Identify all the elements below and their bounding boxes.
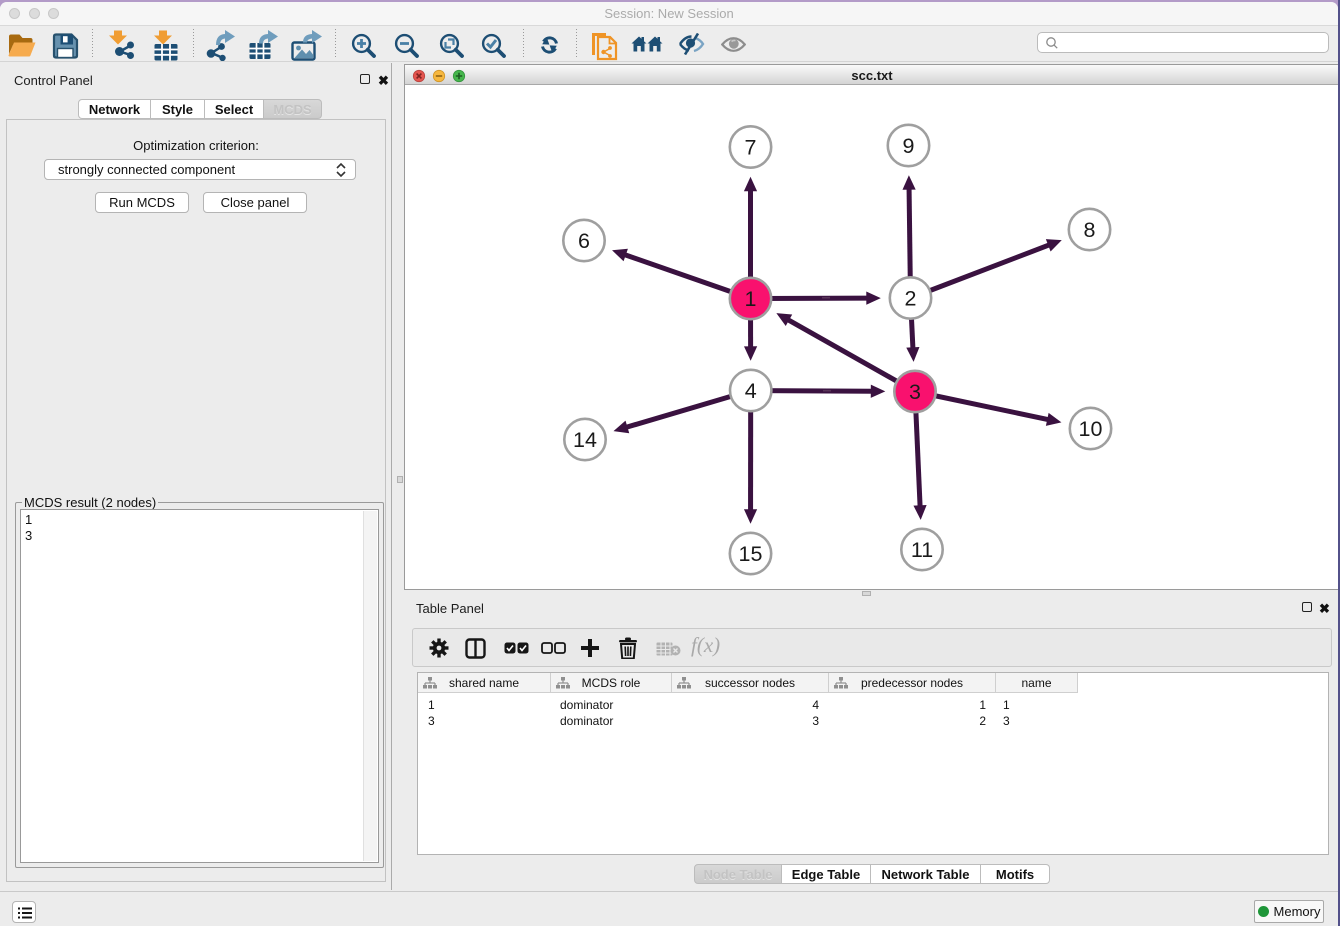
svg-text:10: 10 [1079, 417, 1103, 441]
svg-text:8: 8 [1084, 218, 1096, 242]
svg-text:7: 7 [745, 136, 757, 160]
svg-text:9: 9 [903, 134, 915, 158]
svg-text:4: 4 [745, 379, 757, 403]
svg-text:11: 11 [911, 538, 933, 562]
svg-text:3: 3 [909, 380, 921, 404]
svg-text:6: 6 [578, 229, 590, 253]
svg-text:14: 14 [573, 428, 597, 452]
svg-text:15: 15 [739, 542, 763, 566]
svg-text:1: 1 [745, 287, 757, 311]
svg-text:2: 2 [905, 287, 917, 311]
